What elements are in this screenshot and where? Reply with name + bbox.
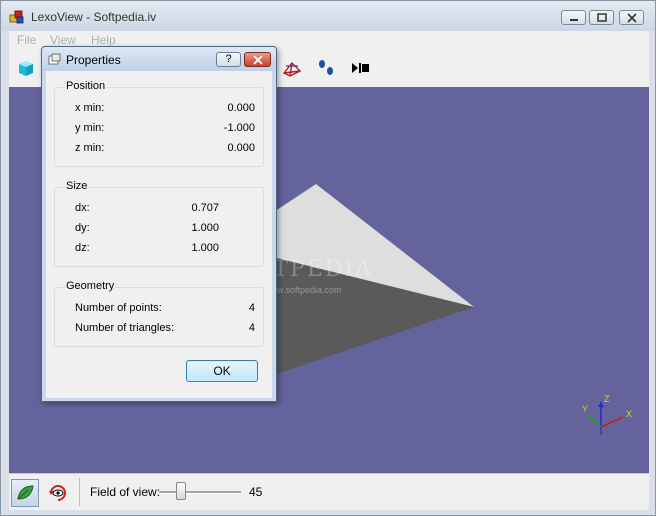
field-of-view-value: 45: [249, 485, 263, 499]
title-bar[interactable]: LexoView - Softpedia.iv: [1, 1, 655, 31]
field-of-view-label: Field of view:: [90, 485, 161, 499]
dialog-title-bar[interactable]: Properties ?: [42, 47, 276, 71]
reset-view-button[interactable]: [47, 482, 69, 504]
dy-value: 1.000: [191, 222, 219, 234]
wireframe-icon: [282, 61, 302, 77]
toolbar-separator: [79, 478, 80, 506]
minimize-button[interactable]: [561, 10, 586, 25]
y-min-label: y min:: [75, 122, 105, 134]
play-animation-button[interactable]: [349, 57, 371, 79]
leaf-icon: [17, 485, 34, 500]
triangles-count-label: Number of triangles:: [75, 322, 175, 334]
footprints-icon: [319, 60, 333, 75]
dz-value: 1.000: [191, 242, 219, 254]
rotate-eye-icon: [49, 485, 66, 501]
menu-help[interactable]: Help: [91, 33, 116, 47]
wireframe-button[interactable]: [281, 57, 303, 79]
dialog-title: Properties: [66, 53, 121, 67]
dx-label: dx:: [75, 202, 90, 214]
axis-y-label: Y: [582, 404, 588, 414]
size-group: Size dx: 0.707 dy: 1.000 dz: 1.000: [54, 180, 264, 267]
position-group-label: Position: [65, 80, 107, 92]
close-icon: [253, 55, 263, 65]
x-min-label: x min:: [75, 102, 105, 114]
mesh-mode-button[interactable]: [11, 479, 39, 507]
size-group-label: Size: [65, 180, 89, 192]
dx-value: 0.707: [191, 202, 219, 214]
app-icon: [9, 10, 24, 24]
open-model-button[interactable]: [15, 57, 37, 79]
axes-gizmo: Z X Y: [582, 394, 632, 435]
maximize-button[interactable]: [589, 10, 614, 25]
field-of-view-slider[interactable]: [159, 480, 241, 504]
walk-mode-button[interactable]: [315, 57, 337, 79]
minimize-icon: [570, 19, 578, 21]
help-button[interactable]: ?: [216, 52, 241, 67]
slider-thumb[interactable]: [176, 482, 186, 500]
position-group: Position x min: 0.000 y min: -1.000 z mi…: [54, 80, 264, 167]
play-pause-icon: [352, 63, 369, 73]
dialog-body: Position x min: 0.000 y min: -1.000 z mi…: [46, 71, 272, 398]
y-min-value: -1.000: [223, 122, 255, 134]
menu-view[interactable]: View: [50, 33, 76, 47]
window-title: LexoView - Softpedia.iv: [31, 10, 157, 24]
dialog-close-button[interactable]: [244, 52, 271, 67]
properties-dialog: Properties ? Position x min: 0.000 y min…: [41, 46, 277, 402]
cube-icon: [19, 61, 33, 76]
geometry-group: Geometry Number of points: 4 Number of t…: [54, 280, 264, 347]
axis-x-label: X: [626, 409, 632, 419]
close-icon: [627, 13, 637, 23]
points-count-label: Number of points:: [75, 302, 162, 314]
dy-label: dy:: [75, 222, 90, 234]
geometry-group-label: Geometry: [65, 280, 116, 292]
axis-z-label: Z: [604, 394, 610, 404]
menu-file[interactable]: File: [17, 33, 36, 47]
triangles-count-value: 4: [248, 322, 255, 334]
status-toolbar: Field of view: 45: [9, 473, 649, 510]
close-button[interactable]: [619, 10, 644, 25]
slider-track: [159, 491, 241, 494]
z-min-label: z min:: [75, 142, 105, 154]
z-min-value: 0.000: [227, 142, 255, 154]
properties-icon: [48, 53, 61, 65]
main-window: LexoView - Softpedia.iv File View Help S…: [0, 0, 656, 516]
maximize-icon: [597, 13, 607, 22]
dz-label: dz:: [75, 242, 90, 254]
points-count-value: 4: [248, 302, 255, 314]
x-min-value: 0.000: [227, 102, 255, 114]
ok-button[interactable]: OK: [186, 360, 258, 382]
